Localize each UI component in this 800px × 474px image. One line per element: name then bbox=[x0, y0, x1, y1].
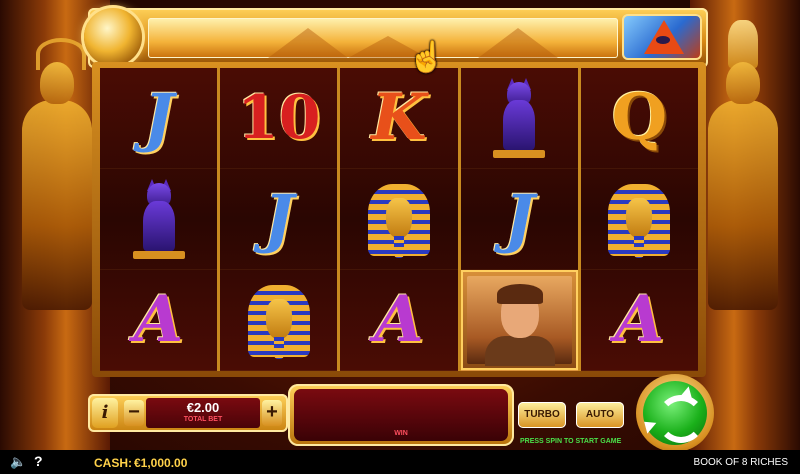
reel-4-row-3 bbox=[460, 270, 578, 371]
pharaoh-mask-icon bbox=[366, 178, 432, 260]
game-stage: J A 10 J K A J Q A ☝ i − €2.00 TOTAL BET… bbox=[0, 0, 800, 474]
symbol-q: Q bbox=[611, 80, 668, 155]
bet-display: €2.00 TOTAL BET bbox=[146, 398, 260, 428]
reel-1-row-3: A bbox=[100, 270, 218, 371]
pharaoh-mask-icon bbox=[606, 178, 672, 260]
reel-3-row-2 bbox=[340, 169, 458, 270]
reel-2-row-3 bbox=[220, 270, 338, 371]
total-bet-value: €2.00 bbox=[186, 400, 220, 415]
turbo-button[interactable]: TURBO bbox=[518, 402, 566, 428]
cash-label: CASH: bbox=[94, 456, 132, 470]
reels-grid: J A 10 J K A J Q A bbox=[100, 68, 699, 371]
hand-cursor-icon: ☝ bbox=[408, 41, 446, 74]
reel-5: Q A bbox=[580, 68, 699, 371]
reel-1: J A bbox=[100, 68, 218, 371]
sound-icon[interactable]: 🔈 bbox=[10, 454, 26, 470]
spin-button[interactable] bbox=[636, 374, 714, 452]
reel-5-row-2 bbox=[580, 169, 699, 270]
reel-5-row-1: Q bbox=[580, 68, 699, 169]
menu-pyramid-icon[interactable] bbox=[622, 14, 702, 60]
pharaoh-mask-icon bbox=[246, 279, 312, 361]
right-pharaoh-statue bbox=[708, 20, 778, 310]
reel-2: 10 J bbox=[220, 68, 338, 371]
info-button[interactable]: i bbox=[92, 398, 118, 428]
win-label: WIN bbox=[394, 430, 408, 437]
symbol-a: A bbox=[133, 282, 184, 357]
spin-hint: PRESS SPIN TO START GAME bbox=[520, 438, 622, 445]
help-icon[interactable]: ? bbox=[34, 453, 43, 469]
symbol-a: A bbox=[614, 282, 665, 357]
reel-1-row-1: J bbox=[100, 68, 218, 169]
reel-frame: J A 10 J K A J Q A bbox=[92, 62, 706, 377]
bet-decrease-button[interactable]: − bbox=[124, 400, 144, 426]
reel-3-row-3: A bbox=[340, 270, 458, 371]
top-banner-frame bbox=[84, 8, 708, 68]
reel-4: J bbox=[460, 68, 578, 371]
symbol-j: J bbox=[504, 181, 535, 256]
reel-1-row-2 bbox=[100, 169, 218, 270]
footer-bar: 🔈 ? CASH: €1,000.00 BOOK OF 8 RICHES bbox=[0, 450, 800, 474]
symbol-k: K bbox=[371, 80, 427, 155]
symbol-j: J bbox=[143, 80, 174, 155]
explorer-icon bbox=[466, 276, 572, 366]
bet-control: i − €2.00 TOTAL BET + bbox=[88, 394, 288, 432]
bet-increase-button[interactable]: + bbox=[262, 400, 282, 426]
auto-button[interactable]: AUTO bbox=[576, 402, 624, 428]
total-bet-label: TOTAL BET bbox=[183, 416, 223, 423]
symbol-10: 10 bbox=[237, 83, 321, 153]
reel-4-row-1 bbox=[460, 68, 578, 169]
cash-value: €1,000.00 bbox=[134, 456, 188, 470]
reel-2-row-2: J bbox=[220, 169, 338, 270]
reel-3: K A bbox=[340, 68, 458, 371]
reel-4-row-2: J bbox=[460, 169, 578, 270]
control-panel: i − €2.00 TOTAL BET + WIN TURBO AUTO PRE… bbox=[88, 374, 714, 452]
symbol-j: J bbox=[263, 181, 294, 256]
win-display: WIN bbox=[288, 384, 514, 446]
desert-banner bbox=[148, 18, 618, 58]
game-title: BOOK OF 8 RICHES bbox=[693, 457, 788, 468]
reel-5-row-3: A bbox=[580, 270, 699, 371]
coin-icon bbox=[84, 8, 142, 66]
symbol-a: A bbox=[374, 282, 424, 357]
bastet-cat-icon bbox=[129, 179, 189, 259]
left-goddess-statue bbox=[22, 38, 92, 310]
reel-3-row-1: K bbox=[340, 68, 458, 169]
reel-2-row-1: 10 bbox=[220, 68, 338, 169]
bastet-cat-icon bbox=[489, 78, 549, 158]
right-temple-wall bbox=[690, 0, 800, 450]
